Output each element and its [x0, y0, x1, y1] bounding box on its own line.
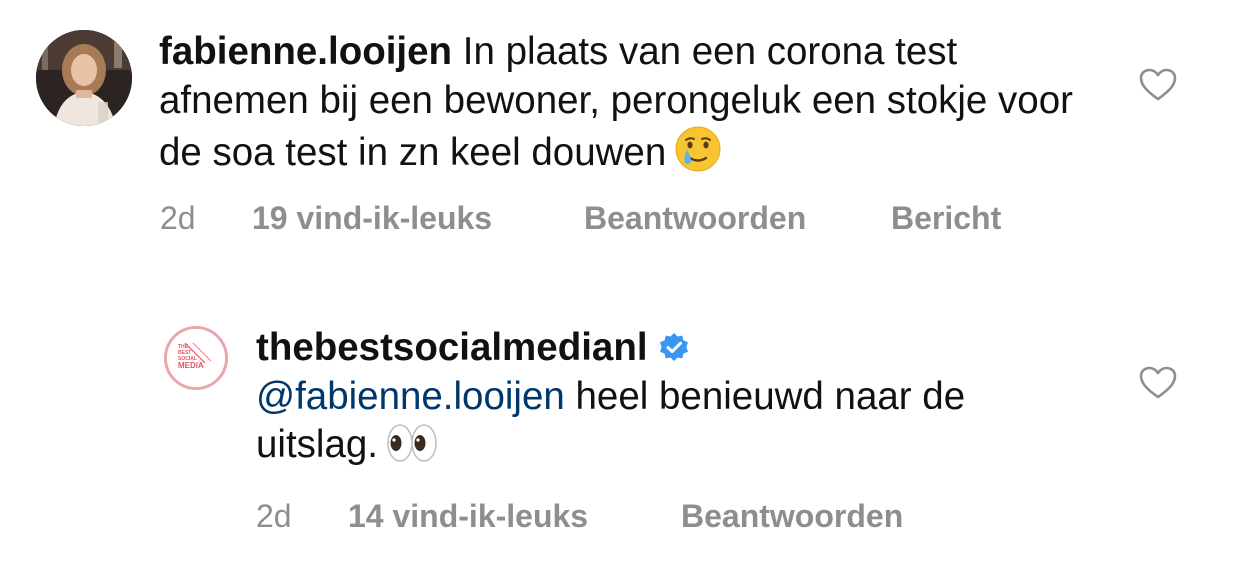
brand-logo: THE BEST SOCIAL MEDIA	[167, 329, 225, 387]
avatar-photo	[36, 30, 132, 126]
user-avatar[interactable]	[36, 30, 132, 126]
crying-smile-emoji	[674, 125, 722, 186]
comment-username[interactable]: fabienne.looijen	[159, 30, 452, 73]
mention-link[interactable]: @fabienne.looijen	[256, 375, 565, 418]
heart-icon[interactable]	[1139, 68, 1177, 102]
logo-text: MEDIA	[178, 361, 204, 370]
comment-likes[interactable]: 19 vind-ik-leuks	[252, 200, 492, 237]
comment-body: thebestsocialmedianl @fabienne.looijen h…	[256, 324, 1086, 478]
comment: fabienne.looijen In plaats van een coron…	[0, 0, 1242, 270]
user-avatar[interactable]: THE BEST SOCIAL MEDIA	[164, 326, 228, 390]
comment-time: 2d	[256, 498, 292, 534]
comment-body: fabienne.looijen In plaats van een coron…	[159, 28, 1079, 186]
reply-button[interactable]: Beantwoorden	[681, 498, 903, 535]
comment: THE BEST SOCIAL MEDIA thebestsocialmedia…	[0, 300, 1242, 569]
comment-username[interactable]: thebestsocialmedianl	[256, 326, 648, 369]
comment-likes[interactable]: 14 vind-ik-leuks	[348, 498, 588, 535]
eyes-emoji	[386, 421, 438, 478]
verified-badge-icon	[658, 328, 690, 361]
heart-icon[interactable]	[1139, 366, 1177, 400]
message-button[interactable]: Bericht	[891, 200, 1001, 237]
reply-button[interactable]: Beantwoorden	[584, 200, 806, 237]
comment-time: 2d	[160, 200, 196, 236]
